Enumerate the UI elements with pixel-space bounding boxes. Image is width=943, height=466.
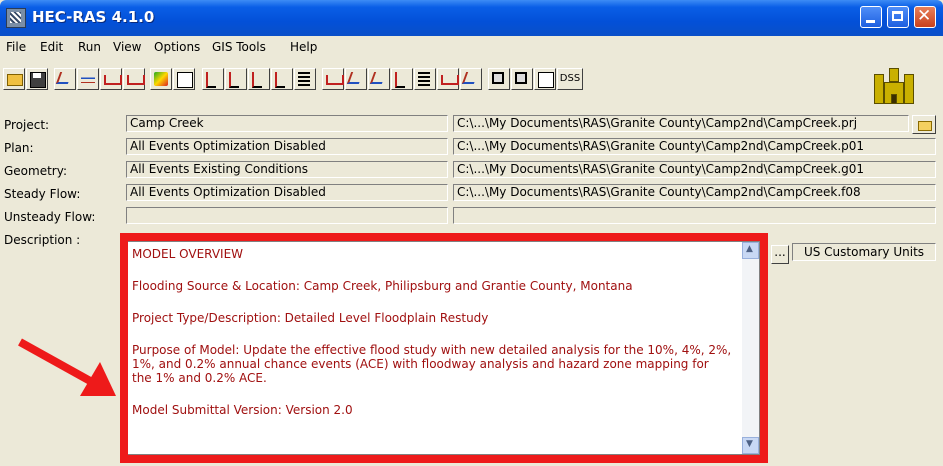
steady-analysis-icon[interactable]: [202, 68, 224, 90]
description-textbox[interactable]: MODEL OVERVIEW Flooding Source & Locatio…: [126, 241, 760, 455]
browse-folder-button[interactable]: [912, 115, 936, 134]
general-profile-plot-icon[interactable]: [368, 68, 390, 90]
geometry-title-field[interactable]: All Events Existing Conditions: [126, 161, 448, 178]
close-icon: ✕: [917, 6, 932, 26]
plan-label: Plan:: [4, 141, 34, 155]
geometry-editor-icon[interactable]: [54, 68, 76, 90]
steady-flow-label: Steady Flow:: [4, 187, 81, 201]
description-heading: MODEL OVERVIEW: [132, 247, 244, 261]
scroll-up-button[interactable]: ▲: [742, 242, 759, 259]
stage-flow-hydrograph-icon[interactable]: [437, 68, 459, 90]
plan-file-field[interactable]: C:\...\My Documents\RAS\Granite County\C…: [453, 138, 936, 155]
summary-errors-icon[interactable]: [534, 68, 556, 90]
steady-flow-title-field[interactable]: All Events Optimization Disabled: [126, 184, 448, 201]
scroll-down-button[interactable]: ▼: [742, 437, 759, 454]
plan-title-field[interactable]: All Events Optimization Disabled: [126, 138, 448, 155]
profile-summary-table-icon[interactable]: [511, 68, 533, 90]
menu-bar: File Edit Run View Options GIS Tools Hel…: [0, 36, 943, 60]
submittal-version-line: Model Submittal Version: Version 2.0: [132, 403, 353, 417]
xyz-perspective-icon[interactable]: [414, 68, 436, 90]
flooding-source-line: Flooding Source & Location: Camp Creek, …: [132, 279, 633, 293]
water-quality-icon[interactable]: [173, 68, 195, 90]
unsteady-flow-label: Unsteady Flow:: [4, 210, 96, 224]
hydraulic-design-icon[interactable]: [294, 68, 316, 90]
detailed-output-table-icon[interactable]: [488, 68, 510, 90]
title-bar[interactable]: HEC-RAS 4.1.0 ✕: [0, 0, 943, 36]
description-label: Description :: [4, 233, 81, 247]
maximize-icon: [892, 11, 903, 21]
project-title-field[interactable]: Camp Creek: [126, 115, 448, 132]
sediment-data-icon[interactable]: [150, 68, 172, 90]
save-project-icon[interactable]: [26, 68, 48, 90]
menu-options[interactable]: Options: [154, 40, 200, 54]
description-scrollbar[interactable]: ▲ ▼: [742, 242, 759, 454]
hec-ras-app-icon[interactable]: [6, 8, 26, 28]
project-file-field[interactable]: C:\...\My Documents\RAS\Granite County\C…: [453, 115, 909, 132]
profile-plot-icon[interactable]: [345, 68, 367, 90]
purpose-line: Purpose of Model: Update the effective f…: [132, 343, 732, 385]
minimize-icon: [866, 20, 875, 23]
unsteady-flow-icon[interactable]: [100, 68, 122, 90]
steady-flow-file-field[interactable]: C:\...\My Documents\RAS\Granite County\C…: [453, 184, 936, 201]
hydraulic-property-tables-icon[interactable]: [460, 68, 482, 90]
unsteady-flow-file-field[interactable]: [453, 207, 936, 224]
description-expand-button[interactable]: ...: [771, 245, 789, 264]
water-quality-analysis-icon[interactable]: [271, 68, 293, 90]
menu-help[interactable]: Help: [290, 40, 317, 54]
menu-view[interactable]: View: [113, 40, 141, 54]
close-button[interactable]: ✕: [914, 6, 936, 28]
chevron-down-icon: ▼: [746, 439, 753, 449]
geometry-label: Geometry:: [4, 164, 68, 178]
chevron-up-icon: ▲: [746, 244, 753, 254]
geometry-file-field[interactable]: C:\...\My Documents\RAS\Granite County\C…: [453, 161, 936, 178]
units-field: US Customary Units: [792, 243, 936, 261]
menu-run[interactable]: Run: [78, 40, 101, 54]
menu-gis-tools[interactable]: GIS Tools: [212, 40, 266, 54]
dss-viewer-icon[interactable]: DSS: [557, 68, 583, 90]
menu-file[interactable]: File: [6, 40, 26, 54]
description-text: MODEL OVERVIEW Flooding Source & Locatio…: [132, 247, 732, 435]
unsteady-analysis-icon[interactable]: [225, 68, 247, 90]
minimize-button[interactable]: [860, 6, 882, 28]
cross-section-plot-icon[interactable]: [322, 68, 344, 90]
unsteady-flow-title-field[interactable]: [126, 207, 448, 224]
rating-curve-icon[interactable]: [391, 68, 413, 90]
usace-castle-logo: [870, 64, 918, 106]
sediment-analysis-icon[interactable]: [248, 68, 270, 90]
menu-edit[interactable]: Edit: [40, 40, 63, 54]
maximize-button[interactable]: [887, 6, 909, 28]
project-label: Project:: [4, 118, 50, 132]
toolbar: DSS: [0, 62, 943, 110]
open-project-icon[interactable]: [3, 68, 25, 90]
quasi-unsteady-icon[interactable]: [123, 68, 145, 90]
project-type-line: Project Type/Description: Detailed Level…: [132, 311, 489, 325]
steady-flow-icon[interactable]: [77, 68, 99, 90]
window-title: HEC-RAS 4.1.0: [32, 8, 155, 26]
hec-ras-main-window: HEC-RAS 4.1.0 ✕ File Edit Run View Optio…: [0, 0, 943, 466]
